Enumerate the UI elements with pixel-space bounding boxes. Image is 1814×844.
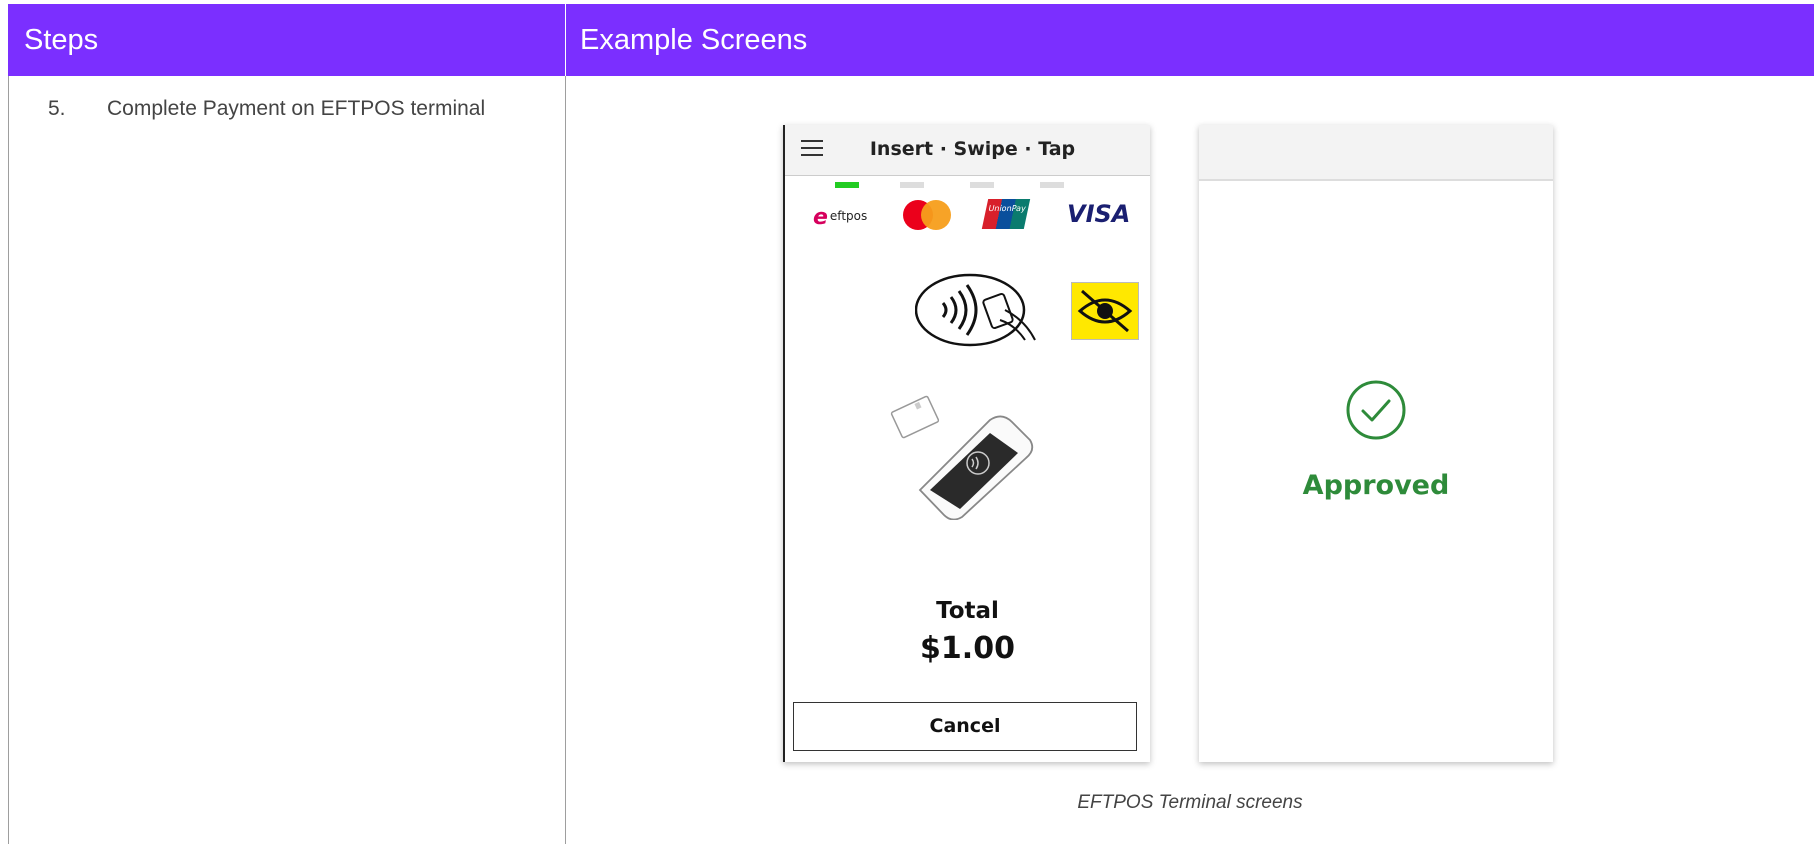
indicator [970, 182, 994, 188]
vision-impaired-icon [1071, 282, 1139, 340]
mastercard-logo-icon [903, 200, 951, 230]
terminal-screen-approved: Approved [1199, 125, 1553, 762]
step-text: Complete Payment on EFTPOS terminal [107, 97, 486, 120]
indicator-active [835, 182, 859, 188]
step-number: 5. [48, 97, 66, 120]
eftpos-logo-icon: e eftpos [813, 205, 868, 230]
contactless-tap-icon [915, 273, 1036, 347]
total-label: Total [936, 598, 999, 624]
indicator [900, 182, 924, 188]
card-brand-logos: e eftpos UnionPay VISA [785, 197, 1150, 231]
visa-logo-icon: VISA [1067, 200, 1131, 228]
steps-header: Steps [8, 4, 565, 76]
terminal-top-bar [1199, 125, 1553, 181]
cancel-button[interactable]: Cancel [793, 702, 1137, 751]
figure-caption: EFTPOS Terminal screens [1077, 792, 1303, 813]
terminal-title: Insert · Swipe · Tap [869, 138, 1076, 160]
table-border-left [8, 76, 9, 844]
unionpay-logo-icon: UnionPay [981, 199, 1031, 229]
indicator [1040, 182, 1064, 188]
total-amount: $1.00 [920, 631, 1015, 666]
eftpos-device-illustration [890, 395, 1034, 520]
approved-status: Approved [1302, 470, 1450, 501]
check-circle-icon [1346, 380, 1406, 440]
terminal-screen-payment: Insert · Swipe · Tap e eftpos UnionPay VI… [783, 125, 1150, 762]
table-divider [565, 76, 566, 844]
hamburger-menu-icon[interactable] [801, 140, 823, 156]
example-screens-header: Example Screens [566, 4, 1814, 76]
terminal-top-bar: Insert · Swipe · Tap [785, 125, 1150, 176]
